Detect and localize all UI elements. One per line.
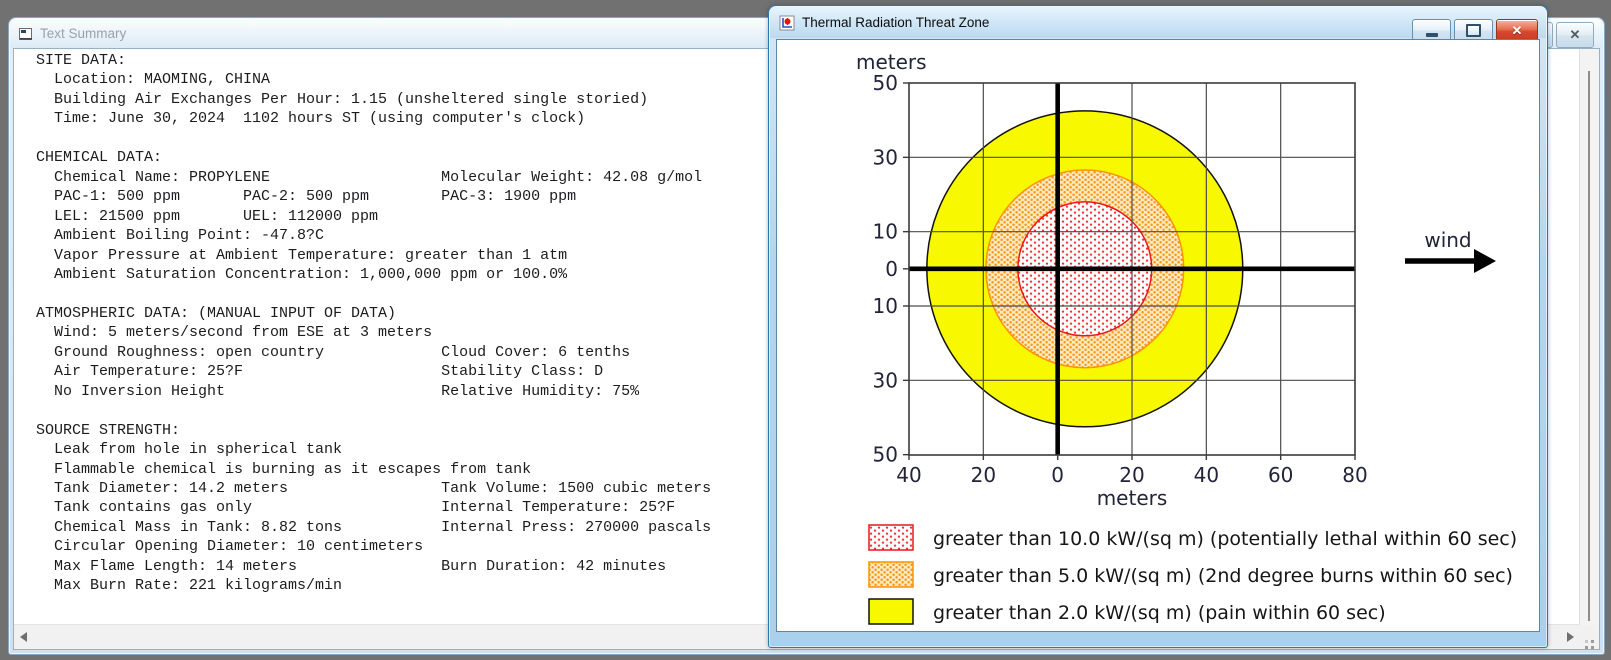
aloha-workspace: Text Summary ✕ SITE DATA: Location: MAOM…	[0, 0, 1611, 660]
threat-zone-plot-area	[776, 39, 1540, 632]
resize-grip[interactable]	[1580, 625, 1599, 649]
text-summary-close-button[interactable]: ✕	[1556, 22, 1594, 48]
close-icon: ✕	[1569, 27, 1581, 42]
text-document-icon	[19, 27, 32, 40]
threat-zone-titlebar[interactable]: Thermal Radiation Threat Zone ✕	[770, 7, 1546, 42]
summary-text: SITE DATA: Location: MAOMING, CHINA Buil…	[36, 52, 712, 595]
minimize-icon	[1425, 32, 1438, 37]
vertical-scrollbar[interactable]	[1579, 49, 1599, 625]
scroll-right-icon[interactable]	[1567, 632, 1574, 642]
threat-zone-title: Thermal Radiation Threat Zone	[802, 15, 990, 30]
maximize-icon	[1466, 24, 1481, 37]
chart-icon	[779, 15, 795, 30]
scroll-left-icon[interactable]	[20, 632, 27, 642]
text-summary-title: Text Summary	[40, 26, 127, 41]
vertical-scrollbar-line	[1588, 71, 1590, 621]
close-icon: ✕	[1511, 22, 1523, 38]
threat-zone-window: Thermal Radiation Threat Zone ✕ 50 30 10…	[768, 5, 1548, 648]
resize-grip-dots	[1591, 640, 1594, 643]
